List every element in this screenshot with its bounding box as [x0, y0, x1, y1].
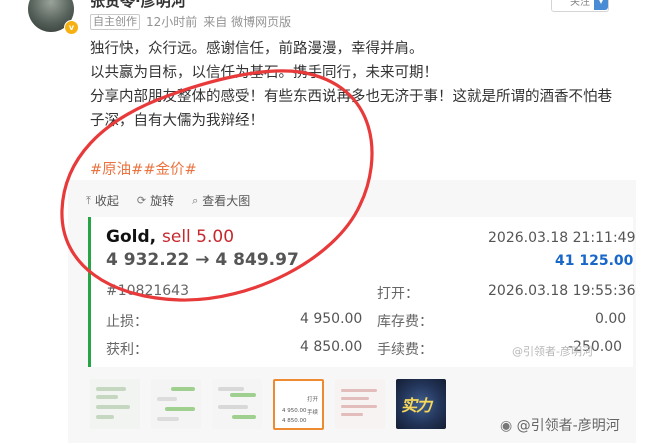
post-source: 来自 微博网页版 [203, 15, 292, 29]
trade-sl-value: 4 950.00 [300, 311, 363, 327]
hashtag-gold-price[interactable]: #金价# [143, 162, 196, 178]
collapse-button[interactable]: ⤒ 收起 [86, 192, 119, 209]
thumb4-price1: 4 950.00 [282, 408, 307, 414]
post-line: 分享内部朋友整体的感受！有些东西说再多也无济于事！这就是所谓的酒香不怕巷 [90, 89, 612, 105]
thumbnail-4-selected[interactable]: 打开 4 950.00 手续 4 850.00 [273, 379, 324, 430]
view-large-label: 查看大图 [202, 194, 251, 208]
verified-badge-icon: v [64, 20, 79, 35]
author-name[interactable]: 张贵苓·彦明河 [90, 0, 186, 11]
media-toolbar: ⤒ 收起 ⟳ 旋转 ⌕ 查看大图 [86, 192, 268, 209]
trade-tp-value: 4 850.00 [300, 339, 363, 355]
thumbnail-6[interactable]: 实力 [396, 379, 446, 429]
thumb4-price2: 4 850.00 [282, 418, 307, 424]
collapse-icon: ⤒ [86, 193, 91, 207]
trade-open-label: 打开： [377, 286, 419, 302]
trade-side: sell 5.00 [162, 227, 235, 247]
trade-swap-value: 0.00 [595, 311, 627, 327]
trade-swap-label: 库存费： [377, 314, 433, 330]
trade-fee-label: 手续费： [377, 342, 433, 358]
post-line: 子深，自有大儒为我辩经！ [90, 113, 264, 129]
thumbnail-1[interactable] [90, 379, 140, 429]
collapse-label: 收起 [94, 194, 119, 208]
page-watermark-text: @引领者-彦明河 [516, 418, 620, 434]
chevron-down-icon[interactable]: ▾ [594, 0, 608, 10]
post-line: 以共赢为目标，以信任为基石。携手同行，未来可期！ [90, 65, 438, 81]
thumb6-text: 实力 [401, 396, 432, 415]
weibo-logo-icon: ◉ [500, 418, 513, 434]
trade-profit: 41 125.00 [555, 253, 634, 269]
post-meta: 自主创作 12小时前 来自 微博网页版 [90, 13, 297, 30]
post-text: 独行快，众行远。感谢信任，前路漫漫，幸得并肩。 以共赢为目标，以信任为基石。携手… [90, 37, 650, 133]
trade-tp-label: 获利： [106, 342, 148, 358]
thumbnail-3[interactable] [212, 379, 262, 429]
rotate-label: 旋转 [150, 194, 175, 208]
image-thumbnail-strip: 打开 4 950.00 手续 4 850.00 实力 [90, 379, 457, 430]
image-watermark: @引领者-彦明河 [512, 345, 593, 358]
magnify-icon: ⌕ [192, 193, 199, 207]
thumb4-open-label: 打开 [307, 397, 319, 403]
post-line: 独行快，众行远。感谢信任，前路漫漫，幸得并肩。 [90, 41, 424, 57]
hashtag-crude-oil[interactable]: #原油# [90, 162, 143, 178]
thumb4-fee-label: 手续 [307, 410, 319, 416]
rotate-button[interactable]: ⟳ 旋转 [137, 192, 174, 209]
trade-sl-label: 止损： [106, 314, 148, 330]
post-time[interactable]: 12小时前 [146, 13, 197, 30]
edited-tag: 自主创作 [90, 13, 140, 30]
trade-symbol: Gold, [106, 227, 157, 247]
page-watermark: ◉ @引领者-彦明河 [500, 415, 620, 435]
trade-prices: 4 932.22 → 4 849.97 [106, 250, 299, 270]
trade-close-time: 2026.03.18 21:11:49 [488, 230, 636, 246]
view-large-button[interactable]: ⌕ 查看大图 [192, 192, 250, 209]
hashtags: #原油##金价# [90, 158, 197, 179]
trade-symbol-line: Gold, sell 5.00 [106, 227, 234, 247]
thumbnail-5[interactable] [335, 379, 385, 429]
trade-open-time: 2026.03.18 19:55:36 [488, 283, 636, 299]
trade-order-id: #10821643 [106, 283, 189, 299]
thumbnail-2[interactable] [151, 379, 201, 429]
rotate-icon: ⟳ [136, 194, 147, 207]
weibo-post-card: v 张贵苓·彦明河 自主创作 12小时前 来自 微博网页版 关注 ▾ 独行快，众… [0, 0, 658, 443]
